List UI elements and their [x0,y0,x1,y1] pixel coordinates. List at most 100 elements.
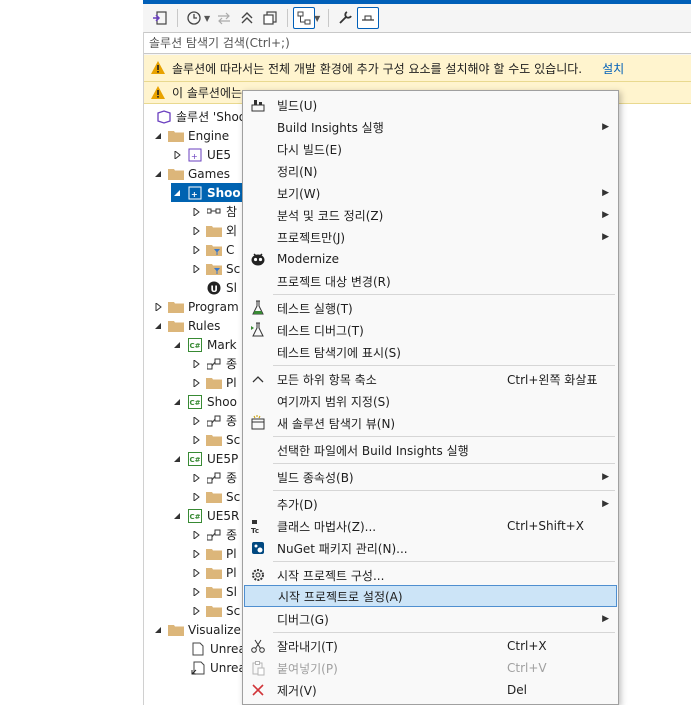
menu-item-project-only[interactable]: 프로젝트만(J) ▶ [244,226,617,248]
menu-item-remove[interactable]: 제거(V) Del [244,679,617,701]
show-all-files-button[interactable] [259,7,281,29]
tree-item-ue5r-plugins2[interactable]: Pl [190,563,237,582]
tree-item-visualizers[interactable]: Visualize [152,620,241,639]
sync-active-document-button[interactable] [213,7,235,29]
collapsed-triangle-icon[interactable] [190,529,202,541]
hierarchy-view-button[interactable] [293,7,316,29]
install-link[interactable]: 설치 [602,60,624,77]
collapsed-triangle-icon[interactable] [171,149,183,161]
expanded-triangle-icon[interactable] [171,187,183,199]
expanded-triangle-icon[interactable] [171,510,183,522]
expanded-triangle-icon[interactable] [152,320,164,332]
tree-item-mark-deps[interactable]: 종 [190,354,237,373]
menu-item-build-insights-selected[interactable]: 선택한 파일에서 Build Insights 실행 [244,439,617,461]
tree-item-programs[interactable]: Program [152,297,239,316]
expanded-triangle-icon[interactable] [152,168,164,180]
collapsed-triangle-icon[interactable] [190,548,202,560]
preview-selected-items-button[interactable] [357,7,380,29]
properties-button[interactable] [334,7,356,29]
collapsed-triangle-icon[interactable] [190,586,202,598]
menu-item-cut[interactable]: 잘라내기(T) Ctrl+X [244,635,617,657]
tree-item-shoo-deps[interactable]: 종 [190,411,237,430]
tree-item-solution[interactable]: 솔루션 'Shoo [156,107,246,126]
solution-explorer-search-input[interactable]: 솔루션 탐색기 검색(Ctrl+;) [144,32,691,54]
menu-item-debug[interactable]: 디버그(G) ▶ [244,608,617,630]
tree-item-shoo-source[interactable]: Sc [190,430,240,449]
menu-item-rebuild[interactable]: 다시 빌드(E) [244,138,617,160]
menu-item-set-startup[interactable]: 시작 프로젝트로 설정(A) [244,585,617,607]
tree-item-rules[interactable]: Rules [152,316,220,335]
collapsed-triangle-icon[interactable] [152,301,164,313]
expanded-triangle-icon[interactable] [171,396,183,408]
tree-item-ue5[interactable]: + UE5 [171,145,231,164]
menu-item-view[interactable]: 보기(W) ▶ [244,182,617,204]
tree-item-ue5r-shaders[interactable]: Sl [190,582,237,601]
tree-item-ue5p-deps[interactable]: 종 [190,468,237,487]
tree-item-engine[interactable]: Engine [152,126,229,145]
pending-changes-filter-button[interactable] [183,7,205,29]
menu-separator [273,436,615,437]
tree-item-ue5r-deps[interactable]: 종 [190,525,237,544]
menu-item-retarget[interactable]: 프로젝트 대상 변경(R) [244,270,617,292]
tree-item-mark[interactable]: C# Mark [171,335,237,354]
tree-item-config[interactable]: C [190,240,234,259]
menu-separator [273,365,615,366]
tree-item-source[interactable]: Sc [190,259,240,278]
collapsed-triangle-icon[interactable] [190,567,202,579]
collapsed-triangle-icon[interactable] [190,491,202,503]
collapsed-triangle-icon[interactable] [190,263,202,275]
expanded-triangle-icon[interactable] [152,624,164,636]
menu-item-analyze[interactable]: 분석 및 코드 정리(Z) ▶ [244,204,617,226]
expanded-triangle-icon[interactable] [171,339,183,351]
menu-item-scope-to-this[interactable]: 여기까지 범위 지정(S) [244,390,617,412]
menu-item-new-explorer-view[interactable]: 새 솔루션 탐색기 뷰(N) [244,412,617,434]
tree-item-external-deps[interactable]: 외 [190,221,237,240]
tree-item-unreal-shortcut[interactable]: Unrea [190,658,246,677]
tree-item-ue5p-source[interactable]: Sc [190,487,240,506]
menu-item-collapse-all[interactable]: 모든 하위 항목 축소 Ctrl+왼쪽 화살표 [244,368,617,390]
expanded-triangle-icon[interactable] [171,453,183,465]
menu-item-nuget[interactable]: NuGet 패키지 관리(N)... [244,537,617,559]
menu-item-build-dependencies[interactable]: 빌드 종속성(B) ▶ [244,466,617,488]
chevron-down-icon[interactable]: ▼ [314,14,320,23]
collapsed-triangle-icon[interactable] [190,358,202,370]
csharp-project-icon: C# [187,394,203,410]
tree-item-mark-file[interactable]: Pl [190,373,237,392]
tree-item-ue5r-plugins1[interactable]: Pl [190,544,237,563]
expanded-triangle-icon[interactable] [152,130,164,142]
menu-item-clean[interactable]: 정리(N) [244,160,617,182]
tree-item-shoo-rules[interactable]: C# Shoo [171,392,237,411]
solution-explorer-toolbar: ▼ ▼ [143,4,691,32]
menu-item-configure-startup[interactable]: 시작 프로젝트 구성... [244,564,617,586]
csharp-project-icon: C# [187,337,203,353]
collapsed-triangle-icon[interactable] [190,377,202,389]
collapsed-triangle-icon[interactable] [190,415,202,427]
tree-item-uproject[interactable]: U Sl [206,278,237,297]
tree-item-unreal-natvis[interactable]: Unrea [190,639,246,658]
menu-item-build[interactable]: 빌드(U) [244,94,617,116]
collapsed-triangle-icon[interactable] [190,206,202,218]
tree-item-references[interactable]: 참 [190,202,237,221]
collapsed-triangle-icon[interactable] [190,244,202,256]
collapsed-triangle-icon[interactable] [190,472,202,484]
menu-item-add[interactable]: 추가(D) ▶ [244,493,617,515]
tree-item-ue5p[interactable]: C# UE5P [171,449,238,468]
dependencies-icon [206,413,222,429]
chevron-down-icon[interactable]: ▼ [204,14,210,23]
menu-item-build-insights[interactable]: Build Insights 실행 ▶ [244,116,617,138]
menu-item-modernize[interactable]: Modernize [244,248,617,270]
menu-item-run-tests[interactable]: 테스트 실행(T) [244,297,617,319]
menu-item-debug-tests[interactable]: 테스트 디버그(T) [244,319,617,341]
collapsed-triangle-icon[interactable] [190,605,202,617]
tree-item-games[interactable]: Games [152,164,230,183]
collapsed-triangle-icon[interactable] [190,225,202,237]
tree-item-ue5r-source[interactable]: Sc [190,601,240,620]
collapse-all-button[interactable] [236,7,258,29]
menu-item-paste[interactable]: 붙여넣기(P) Ctrl+V [244,657,617,679]
menu-item-show-test-explorer[interactable]: 테스트 탐색기에 표시(S) [244,341,617,363]
svg-text:C#: C# [190,342,201,350]
tree-item-ue5r[interactable]: C# UE5R [171,506,239,525]
switch-views-button[interactable] [149,7,171,29]
menu-item-class-wizard[interactable]: Tc 클래스 마법사(Z)... Ctrl+Shift+X [244,515,617,537]
collapsed-triangle-icon[interactable] [190,434,202,446]
